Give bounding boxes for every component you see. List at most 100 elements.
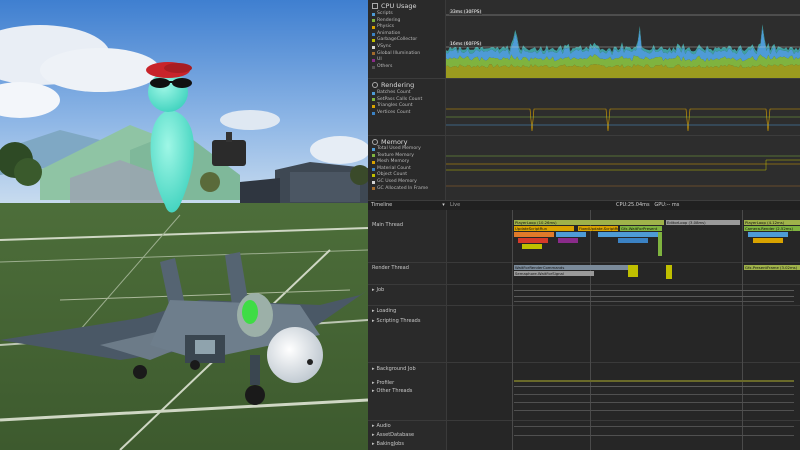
game-view[interactable] — [0, 0, 368, 450]
legend-item[interactable]: Total Used Memory — [372, 146, 428, 153]
legend-item[interactable]: Others — [372, 64, 420, 71]
rendering-chart — [446, 108, 800, 132]
cpu-usage-chart — [446, 14, 800, 78]
render-thread-label[interactable]: Render Thread — [372, 265, 409, 271]
job-group[interactable]: ▸ Job — [372, 287, 384, 293]
profiler-window: CPU Usage Scripts Rendering Physics Animati… — [368, 0, 800, 450]
memory-module-sidebar[interactable]: Memory Total Used Memory Texture Memory Me… — [368, 136, 446, 200]
fixed-update-block[interactable]: FixedUpdate.ScriptRun — [578, 226, 618, 231]
chevron-right-icon: ▸ — [372, 366, 375, 372]
legend-item[interactable]: GarbageCollector — [372, 37, 420, 44]
chevron-right-icon: ▸ — [372, 380, 375, 386]
legend-swatch — [372, 187, 375, 191]
legend-swatch — [372, 111, 375, 115]
legend-item[interactable]: Scripts — [372, 11, 420, 18]
legend-swatch — [372, 39, 375, 43]
playerloop2-block[interactable]: PlayerLoop (4.12ms) — [744, 220, 800, 225]
legend-label: GC Used Memory — [377, 178, 417, 184]
legend-swatch — [372, 12, 375, 16]
legend-label: Mesh Memory — [377, 159, 410, 165]
legend-swatch — [372, 180, 375, 184]
legend-label: Object Count — [377, 172, 408, 178]
asset-database-group[interactable]: ▸ AssetDatabase — [372, 432, 414, 438]
rendering-module-sidebar[interactable]: Rendering Batches Count SetPass Calls Cou… — [368, 79, 446, 135]
game-scene-render — [0, 0, 368, 450]
cpu-module-sidebar[interactable]: CPU Usage Scripts Rendering Physics Animati… — [368, 0, 446, 78]
profiler-group[interactable]: ▸ Profiler — [372, 380, 394, 386]
legend-item[interactable]: Object Count — [372, 172, 428, 179]
scripting-threads-group[interactable]: ▸ Scripting Threads — [372, 318, 420, 324]
chevron-down-icon: ▾ — [442, 202, 445, 208]
semaphore-block[interactable]: Semaphore.WaitForSignal — [514, 271, 594, 276]
view-mode-dropdown[interactable]: Timeline ▾ — [371, 202, 445, 208]
legend-label: Batches Count — [377, 90, 411, 95]
legend-label: Total Used Memory — [377, 146, 421, 151]
legend-label: VSync — [377, 43, 392, 49]
legend-swatch — [372, 104, 375, 108]
rendering-module-title[interactable]: Rendering — [372, 81, 414, 89]
legend-item[interactable]: GC Used Memory — [372, 179, 428, 186]
update-script-block[interactable]: UpdateScriptRun — [514, 226, 574, 231]
memory-graph[interactable] — [446, 136, 800, 200]
legend-label: Scripts — [377, 11, 393, 16]
legend-swatch — [372, 174, 375, 178]
legend-swatch — [372, 32, 375, 36]
timeline-toolbar: Timeline ▾ Live CPU:25.04ms GPU:-- ms — [368, 201, 800, 210]
cpu-usage-graph[interactable]: 33ms (30FPS) 16ms (60FPS) — [446, 0, 800, 78]
legend-swatch — [372, 25, 375, 29]
live-toggle[interactable]: Live — [450, 202, 460, 208]
gfx-present-block[interactable]: Gfx.PresentFrame (3.02ms) — [744, 265, 800, 270]
other-threads-group[interactable]: ▸ Other Threads — [372, 388, 412, 394]
legend-item[interactable]: GC Allocated In Frame — [372, 186, 428, 193]
legend-label: Triangles Count — [377, 103, 413, 109]
legend-item[interactable]: Physics — [372, 24, 420, 31]
legend-label: Global Illumination — [377, 50, 421, 56]
chevron-right-icon: ▸ — [372, 432, 375, 438]
cpu-module-icon — [372, 3, 378, 9]
chevron-right-icon: ▸ — [372, 388, 375, 394]
legend-swatch — [372, 58, 375, 62]
frame-stats: CPU:25.04ms GPU:-- ms — [616, 202, 680, 208]
wait-commands-block[interactable]: WaitForRenderCommands — [514, 265, 634, 270]
legend-swatch — [372, 167, 375, 171]
camera-render-block[interactable]: Camera.Render (2.52ms) — [744, 226, 800, 231]
chevron-right-icon: ▸ — [372, 423, 375, 429]
legend-item[interactable]: VSync — [372, 44, 420, 51]
legend-label: Others — [377, 63, 393, 69]
legend-label: UI — [377, 57, 382, 63]
memory-chart — [446, 155, 800, 187]
timeline-area[interactable]: Main Thread Render Thread ▸ Job ▸ Loading … — [368, 210, 800, 450]
legend-swatch — [372, 154, 375, 158]
cpu-legend: Scripts Rendering Physics Animation GarbageC… — [372, 11, 420, 70]
playerloop-block[interactable]: PlayerLoop (10.26ms) — [514, 220, 664, 225]
baking-jobs-group[interactable]: ▸ BakingJobs — [372, 441, 404, 447]
rendering-legend: Batches Count SetPass Calls Count Triangle… — [372, 90, 422, 116]
legend-swatch — [372, 91, 375, 95]
legend-item[interactable]: Batches Count — [372, 90, 422, 97]
legend-label: GC Allocated In Frame — [377, 185, 429, 191]
legend-item[interactable]: UI — [372, 57, 420, 64]
legend-swatch — [372, 52, 375, 56]
legend-swatch — [372, 160, 375, 164]
legend-item[interactable]: Vertices Count — [372, 110, 422, 117]
fps-60-marker: 16ms (60FPS) — [449, 42, 483, 47]
memory-legend: Total Used Memory Texture Memory Mesh Memo… — [372, 146, 428, 192]
cpu-module-title[interactable]: CPU Usage — [372, 2, 417, 10]
memory-module-icon — [372, 139, 378, 145]
legend-label: Physics — [377, 24, 394, 30]
background-job-group[interactable]: ▸ Background Job — [372, 366, 416, 372]
audio-group[interactable]: ▸ Audio — [372, 423, 391, 429]
main-thread-label[interactable]: Main Thread — [372, 222, 403, 228]
chevron-right-icon: ▸ — [372, 287, 375, 293]
chevron-right-icon: ▸ — [372, 441, 375, 447]
cpu-area-layer — [446, 27, 800, 62]
memory-module-title[interactable]: Memory — [372, 138, 407, 146]
legend-swatch — [372, 65, 375, 69]
legend-item[interactable]: Triangles Count — [372, 103, 422, 110]
rendering-graph[interactable] — [446, 79, 800, 135]
rendering-module-icon — [372, 82, 378, 88]
gfx-wait-block[interactable]: Gfx.WaitForPresent — [620, 226, 662, 231]
legend-item[interactable]: Mesh Memory — [372, 159, 428, 166]
loading-group[interactable]: ▸ Loading — [372, 308, 396, 314]
editorloop-block[interactable]: EditorLoop (3.08ms) — [666, 220, 740, 225]
